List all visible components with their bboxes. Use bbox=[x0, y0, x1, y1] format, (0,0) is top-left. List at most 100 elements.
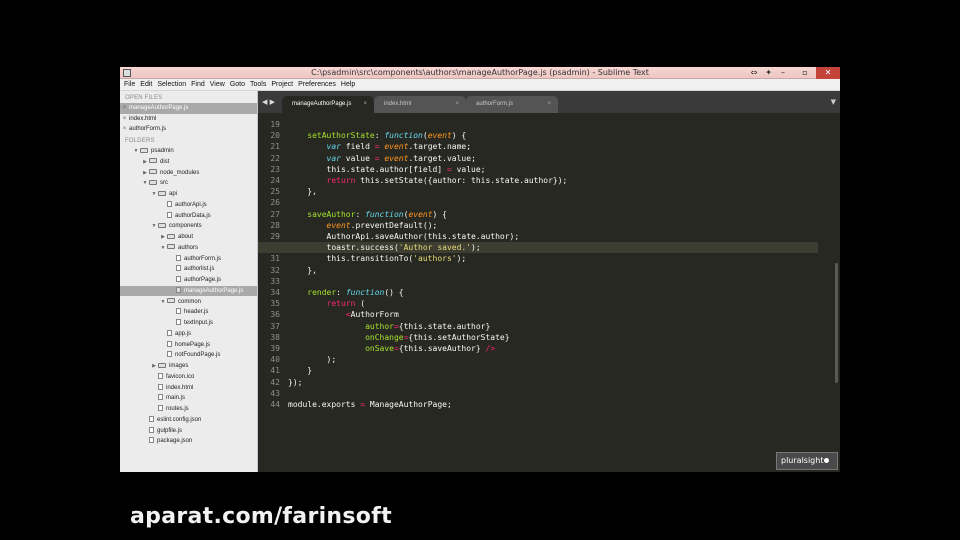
code-line[interactable]: this.transitionTo('authors'); bbox=[288, 253, 467, 264]
code-line[interactable]: onSave={this.saveAuthor} /> bbox=[288, 343, 495, 354]
code-line[interactable]: var field = event.target.name; bbox=[288, 141, 472, 152]
tree-file-item[interactable]: authorApi.js bbox=[120, 200, 257, 211]
tree-file-item[interactable]: homePage.js bbox=[120, 340, 257, 351]
chevron-down-icon[interactable]: ▼ bbox=[141, 178, 149, 189]
menu-find[interactable]: Find bbox=[191, 79, 210, 90]
menu-view[interactable]: View bbox=[210, 79, 230, 90]
close-file-icon[interactable]: × bbox=[120, 124, 129, 135]
menu-edit[interactable]: Edit bbox=[140, 79, 157, 90]
tree-folder-item[interactable]: ▼ src bbox=[120, 178, 257, 189]
chevron-down-icon[interactable]: ▼ bbox=[150, 189, 158, 200]
tree-folder-item[interactable]: ▶ images bbox=[120, 361, 257, 372]
line-number: 37 bbox=[270, 321, 280, 331]
code-editor[interactable]: 1920212223242526272829303132333435363738… bbox=[258, 113, 840, 472]
open-files-heading: OPEN FILES bbox=[125, 95, 163, 101]
tree-folder-item[interactable]: ▼ common bbox=[120, 297, 257, 308]
pin-icon[interactable]: ✦ bbox=[765, 67, 772, 79]
restore-panes-icon[interactable]: ⇔ bbox=[751, 67, 758, 79]
code-line[interactable]: }, bbox=[288, 186, 317, 197]
code-line[interactable]: this.state.author[field] = value; bbox=[288, 164, 486, 175]
tab-close-icon[interactable]: × bbox=[455, 96, 459, 112]
code-line[interactable]: event.preventDefault(); bbox=[288, 220, 438, 231]
open-file-item[interactable]: × authorForm.js bbox=[120, 124, 257, 135]
folder-icon bbox=[140, 147, 148, 153]
maximize-button[interactable]: ▫ bbox=[794, 67, 816, 79]
menu-preferences[interactable]: Preferences bbox=[298, 79, 341, 90]
tree-folder-item[interactable]: ▶ node_modules bbox=[120, 168, 257, 179]
tab-index-html[interactable]: index.html × bbox=[374, 96, 466, 113]
code-line[interactable]: saveAuthor: function(event) { bbox=[288, 209, 447, 220]
code-line[interactable]: author={this.state.author} bbox=[288, 321, 490, 332]
tab-close-icon[interactable]: × bbox=[547, 96, 551, 112]
tree-file-item[interactable]: authorForm.js bbox=[120, 254, 257, 265]
tab-dropdown-icon[interactable]: ▼ bbox=[831, 97, 836, 107]
tree-folder-item[interactable]: ▼ authors bbox=[120, 243, 257, 254]
code-line[interactable]: ); bbox=[288, 354, 337, 365]
tree-file-item[interactable]: notFoundPage.js bbox=[120, 350, 257, 361]
tree-file-item[interactable]: header.js bbox=[120, 307, 257, 318]
tree-folder-item[interactable]: ▼ api bbox=[120, 189, 257, 200]
tree-file-item[interactable]: routes.js bbox=[120, 404, 257, 415]
chevron-right-icon[interactable]: ▶ bbox=[150, 361, 158, 372]
tab-close-icon[interactable]: × bbox=[363, 96, 367, 112]
line-number: 20 bbox=[270, 131, 280, 141]
tree-file-item[interactable]: authorlist.js bbox=[120, 264, 257, 275]
editor-scrollbar[interactable] bbox=[835, 263, 838, 383]
chevron-down-icon[interactable]: ▼ bbox=[150, 221, 158, 232]
tree-folder-item[interactable]: ▶ dist bbox=[120, 157, 257, 168]
chevron-down-icon[interactable]: ▼ bbox=[159, 297, 167, 308]
tree-file-item[interactable]: manageAuthorPage.js bbox=[120, 285, 257, 297]
menu-goto[interactable]: Goto bbox=[230, 79, 250, 90]
tree-file-item[interactable]: authorData.js bbox=[120, 211, 257, 222]
code-line[interactable]: return ( bbox=[288, 298, 366, 309]
chevron-down-icon[interactable]: ▼ bbox=[159, 243, 167, 254]
tree-folder-item[interactable]: ▶ about bbox=[120, 232, 257, 243]
open-file-item[interactable]: × manageAuthorPage.js bbox=[120, 103, 257, 114]
code-line[interactable]: AuthorApi.saveAuthor(this.state.author); bbox=[288, 231, 520, 242]
watermark-dot-icon bbox=[824, 458, 830, 463]
tree-file-item[interactable]: app.js bbox=[120, 329, 257, 340]
code-line[interactable]: } bbox=[288, 365, 312, 376]
tree-file-item[interactable]: index.html bbox=[120, 383, 257, 394]
watermark-label: pluralsight bbox=[781, 456, 824, 465]
code-line[interactable]: module.exports = ManageAuthorPage; bbox=[288, 399, 452, 410]
chevron-right-icon[interactable]: ▶ bbox=[159, 232, 167, 243]
code-line[interactable]: onChange={this.setAuthorState} bbox=[288, 332, 510, 343]
tree-folder-item[interactable]: ▼ psadmin bbox=[120, 146, 257, 157]
code-line[interactable]: setAuthorState: function(event) { bbox=[288, 130, 466, 141]
tree-file-item[interactable]: package.json bbox=[120, 436, 257, 447]
close-file-icon[interactable]: × bbox=[120, 114, 129, 125]
tree-folder-item[interactable]: ▼ components bbox=[120, 221, 257, 232]
tab-nav-arrows[interactable]: ◀ ▶ bbox=[262, 97, 275, 107]
code-line[interactable]: return this.setState({author: this.state… bbox=[288, 175, 568, 186]
close-file-icon[interactable]: × bbox=[120, 103, 129, 114]
tree-file-item[interactable]: authorPage.js bbox=[120, 275, 257, 286]
file-icon bbox=[167, 340, 172, 347]
chevron-right-icon[interactable]: ▶ bbox=[141, 157, 149, 168]
code-line[interactable]: render: function() { bbox=[288, 287, 403, 298]
open-file-label: authorForm.js bbox=[129, 126, 167, 133]
tab-manageauthorpage-js[interactable]: manageAuthorPage.js × bbox=[282, 96, 374, 113]
open-file-item[interactable]: × index.html bbox=[120, 114, 257, 125]
tree-file-item[interactable]: gulpfile.js bbox=[120, 426, 257, 437]
menu-tools[interactable]: Tools bbox=[250, 79, 271, 90]
tree-file-item[interactable]: main.js bbox=[120, 393, 257, 404]
code-line[interactable]: var value = event.target.value; bbox=[288, 153, 476, 164]
code-line[interactable]: <AuthorForm bbox=[288, 309, 399, 320]
code-line[interactable]: }); bbox=[288, 377, 302, 388]
tree-file-item[interactable]: eslint.config.json bbox=[120, 415, 257, 426]
tree-file-item[interactable]: textInput.js bbox=[120, 318, 257, 329]
chevron-right-icon[interactable]: ▶ bbox=[141, 168, 149, 179]
tree-file-item[interactable]: favicon.ico bbox=[120, 372, 257, 383]
menu-file[interactable]: File bbox=[124, 79, 140, 90]
menu-selection[interactable]: Selection bbox=[157, 79, 191, 90]
file-icon bbox=[149, 426, 154, 433]
menu-project[interactable]: Project bbox=[271, 79, 298, 90]
minimize-button[interactable]: – bbox=[772, 67, 794, 79]
code-line[interactable]: toastr.success('Author saved.'); bbox=[288, 242, 481, 253]
close-button[interactable]: ✕ bbox=[816, 67, 840, 79]
menu-help[interactable]: Help bbox=[341, 79, 360, 90]
code-line[interactable]: }, bbox=[288, 265, 317, 276]
tab-authorform-js[interactable]: authorForm.js × bbox=[466, 96, 558, 113]
chevron-down-icon[interactable]: ▼ bbox=[132, 146, 140, 157]
